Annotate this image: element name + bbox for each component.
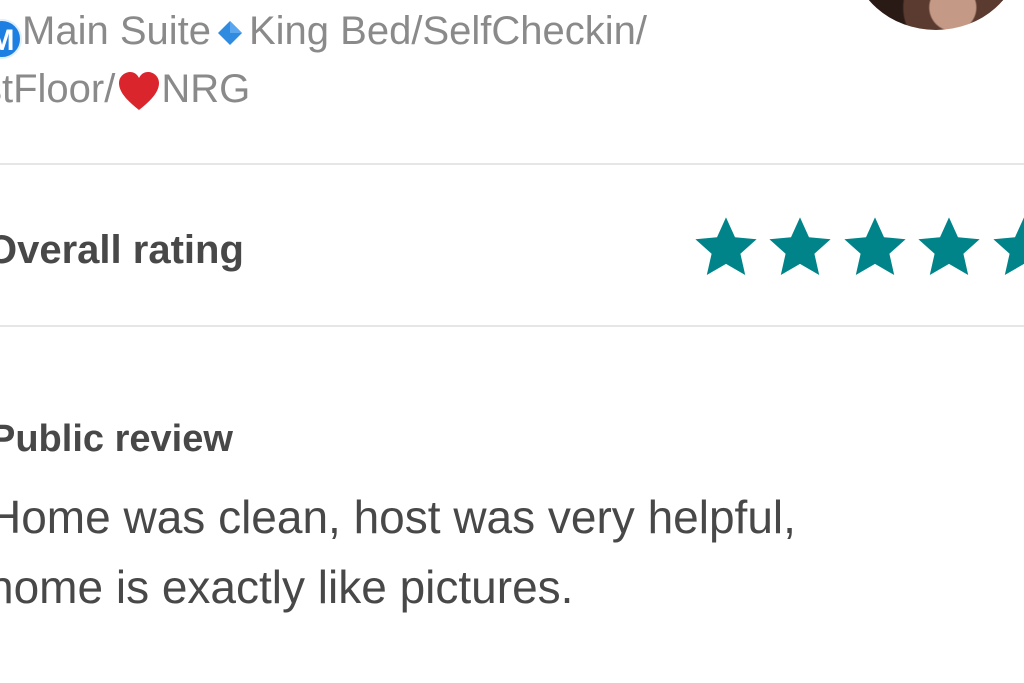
divider (0, 163, 1024, 165)
divider (0, 325, 1024, 327)
listing-title-line-2: stFloor/NRG (0, 60, 822, 118)
host-avatar[interactable] (852, 0, 1020, 30)
star-icon (764, 212, 836, 284)
listing-title-main-suite: Main Suite (22, 9, 211, 53)
star-icon (839, 212, 911, 284)
star-icon (690, 212, 762, 284)
star-rating (690, 212, 1024, 288)
public-review-label: Public review (0, 418, 233, 460)
red-heart-icon (119, 72, 160, 110)
review-detail-page: MMain Suite King Bed/SelfCheckin/ stFloor… (0, 0, 1024, 683)
star-icon (988, 212, 1024, 284)
listing-title-bed-info: King Bed/SelfCheckin/ (248, 9, 647, 53)
circled-m-icon: M (0, 19, 22, 59)
listing-title-line-1: M Main Suite King Bed/SelfCheckin/ (0, 2, 822, 60)
overall-rating-label: Overall rating (0, 228, 244, 272)
star-icon (913, 212, 985, 284)
public-review-text: Home was clean, host was very helpful, h… (0, 482, 948, 622)
blue-diamond-icon (217, 21, 242, 45)
listing-title: MMain Suite King Bed/SelfCheckin/ stFloor… (0, 2, 822, 118)
listing-title-floor: stFloor/ (0, 67, 116, 111)
listing-title-nrg: NRG (161, 67, 251, 111)
review-text-line-1: Home was clean, host was very helpful, (0, 491, 796, 543)
review-text-line-2: home is exactly like pictures. (0, 561, 574, 613)
